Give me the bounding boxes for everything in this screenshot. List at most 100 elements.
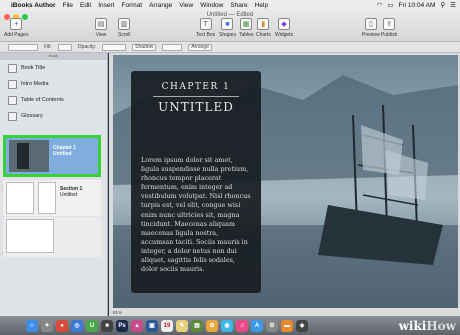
sidebar-item-label: Glossary bbox=[21, 113, 43, 119]
intro-media-icon bbox=[8, 79, 17, 89]
book-title-icon bbox=[8, 63, 17, 73]
menu-arrange[interactable]: Arrange bbox=[149, 2, 172, 9]
app-icon[interactable]: ◉ bbox=[221, 319, 233, 332]
battery-icon[interactable]: ▭ bbox=[387, 1, 393, 9]
fill-popup[interactable] bbox=[57, 43, 72, 51]
add-pages-button[interactable]: + Add Pages bbox=[4, 18, 28, 38]
section-thumb-subtitle: Untitled bbox=[60, 192, 77, 198]
chapter-1-thumbnail[interactable]: Chapter 1 Untitled bbox=[3, 135, 101, 177]
clock[interactable]: Fri 10:04 AM bbox=[399, 2, 436, 9]
itunes-icon[interactable]: ♫ bbox=[236, 319, 248, 332]
chapter-title-card[interactable]: CHAPTER 1 UNTITLED Lorem ipsum dolor sit… bbox=[131, 71, 261, 293]
shadow-checkbox[interactable]: Shadow bbox=[132, 43, 157, 51]
scroll-label: Scroll bbox=[118, 32, 131, 38]
widgets-button[interactable]: ◆ Widgets bbox=[275, 18, 293, 38]
launchpad-icon[interactable]: ✦ bbox=[41, 319, 53, 332]
sidebar-item-toc[interactable]: Table of Contents bbox=[0, 92, 107, 108]
sidebar-item-label: Table of Contents bbox=[21, 97, 64, 103]
app-icon[interactable]: ▣ bbox=[146, 319, 158, 332]
chapter-title-text[interactable]: UNTITLED bbox=[141, 100, 251, 114]
glossary-icon bbox=[8, 111, 17, 121]
fill-label: Fill: bbox=[44, 44, 52, 50]
ibooks-icon[interactable]: ▬ bbox=[281, 319, 293, 332]
sidebar-item-intro-media[interactable]: Intro Media bbox=[0, 76, 107, 92]
view-button[interactable]: ▤ View bbox=[95, 18, 107, 38]
app-icon[interactable]: ■ bbox=[101, 319, 113, 332]
photos-icon[interactable]: ✿ bbox=[206, 319, 218, 332]
menu-file[interactable]: File bbox=[63, 2, 73, 9]
preview-button[interactable]: ▯ Preview bbox=[362, 18, 380, 38]
zoom-level[interactable]: 81% bbox=[113, 310, 122, 315]
plus-icon: + bbox=[10, 18, 23, 30]
search-icon[interactable]: ⚲ bbox=[440, 1, 445, 9]
menu-help[interactable]: Help bbox=[255, 2, 268, 9]
table-icon: ▦ bbox=[240, 18, 253, 30]
chapter-page-thumbnail bbox=[9, 140, 49, 172]
app-store-icon[interactable]: A bbox=[251, 319, 263, 332]
chapter-label-text[interactable]: CHAPTER 1 bbox=[141, 82, 251, 92]
publish-icon: ⇪ bbox=[383, 18, 396, 30]
menu-bar: iBooks Author File Edit Insert Format Ar… bbox=[0, 0, 460, 10]
menu-view[interactable]: View bbox=[179, 2, 193, 9]
scroll-button[interactable]: ▥ Scroll bbox=[118, 18, 131, 38]
publish-label: Publish bbox=[381, 32, 398, 38]
chart-icon: ▮ bbox=[257, 18, 270, 30]
calendar-icon[interactable]: 19 bbox=[161, 319, 173, 332]
preview-icon: ▯ bbox=[364, 18, 377, 30]
widgets-label: Widgets bbox=[275, 32, 294, 38]
system-prefs-icon[interactable]: ⚙ bbox=[266, 319, 278, 332]
app-icon[interactable]: ◆ bbox=[296, 319, 308, 332]
section-1-thumbnail[interactable]: Section 1 Untitled bbox=[3, 180, 101, 216]
safari-icon[interactable]: ◎ bbox=[71, 319, 83, 332]
notes-icon[interactable]: ✎ bbox=[176, 319, 188, 332]
textbox-icon: T bbox=[199, 18, 212, 30]
preview-label: Preview bbox=[362, 32, 380, 38]
section-page-thumbnail bbox=[6, 182, 34, 214]
status-bar: 81% bbox=[109, 308, 460, 316]
charts-button[interactable]: ▮ Charts bbox=[256, 18, 271, 38]
menu-window[interactable]: Window bbox=[200, 2, 223, 9]
style-popup[interactable] bbox=[8, 43, 38, 51]
toc-icon bbox=[8, 95, 17, 105]
app-icon[interactable]: ▲ bbox=[131, 319, 143, 332]
textbox-button[interactable]: T Text Box bbox=[196, 18, 215, 38]
arrange-popup[interactable]: Arrange bbox=[188, 43, 212, 51]
opacity-label: Opacity: bbox=[77, 44, 97, 50]
sidebar-item-book-title[interactable]: Book Title bbox=[0, 60, 107, 76]
charts-label: Charts bbox=[256, 32, 271, 38]
publish-button[interactable]: ⇪ Publish bbox=[381, 18, 397, 38]
shapes-icon: ■ bbox=[221, 18, 234, 30]
menu-share[interactable]: Share bbox=[230, 2, 247, 9]
notification-icon[interactable]: ☰ bbox=[450, 1, 456, 9]
app-icon[interactable]: ▤ bbox=[191, 319, 203, 332]
view-icon: ▤ bbox=[95, 18, 107, 30]
dock: ☺ ✦ ● ◎ U ■ Ps ▲ ▣ 19 ✎ ▤ ✿ ◉ ♫ A ⚙ ▬ ◆ bbox=[0, 316, 460, 335]
chapter-body-text[interactable]: Lorem ipsum dolor sit amet, ligula suspe… bbox=[141, 156, 251, 274]
stroke-popup[interactable] bbox=[162, 43, 183, 51]
shapes-button[interactable]: ■ Shapes bbox=[219, 18, 236, 38]
page-3-thumbnail[interactable] bbox=[3, 217, 101, 257]
widget-icon: ◆ bbox=[278, 18, 291, 30]
sidebar-item-glossary[interactable]: Glossary bbox=[0, 108, 107, 124]
menu-format[interactable]: Format bbox=[122, 2, 143, 9]
tables-label: Tables bbox=[239, 32, 254, 38]
sidebar-item-label: Intro Media bbox=[21, 81, 49, 87]
upwork-icon[interactable]: U bbox=[86, 319, 98, 332]
window-toolbar: Untitled — Edited + Add Pages ▤ View ▥ S… bbox=[0, 10, 460, 42]
page-canvas[interactable]: CHAPTER 1 UNTITLED Lorem ipsum dolor sit… bbox=[109, 53, 460, 316]
menu-edit[interactable]: Edit bbox=[80, 2, 91, 9]
chapter-thumb-subtitle: Untitled bbox=[53, 151, 72, 157]
opacity-slider[interactable] bbox=[102, 43, 127, 51]
wikihow-watermark: wikiHow bbox=[399, 319, 456, 333]
watermark-how: How bbox=[426, 319, 456, 333]
chapter-divider bbox=[153, 96, 239, 97]
chrome-icon[interactable]: ● bbox=[56, 319, 68, 332]
tables-button[interactable]: ▦ Tables bbox=[239, 18, 253, 38]
finder-icon[interactable]: ☺ bbox=[26, 319, 38, 332]
menu-insert[interactable]: Insert bbox=[98, 2, 114, 9]
menu-app-name[interactable]: iBooks Author bbox=[11, 2, 56, 9]
wifi-icon[interactable]: ◠ bbox=[377, 1, 383, 9]
watermark-wiki: wiki bbox=[398, 319, 427, 333]
photoshop-icon[interactable]: Ps bbox=[116, 319, 128, 332]
sidebar-header: Book bbox=[0, 53, 107, 60]
